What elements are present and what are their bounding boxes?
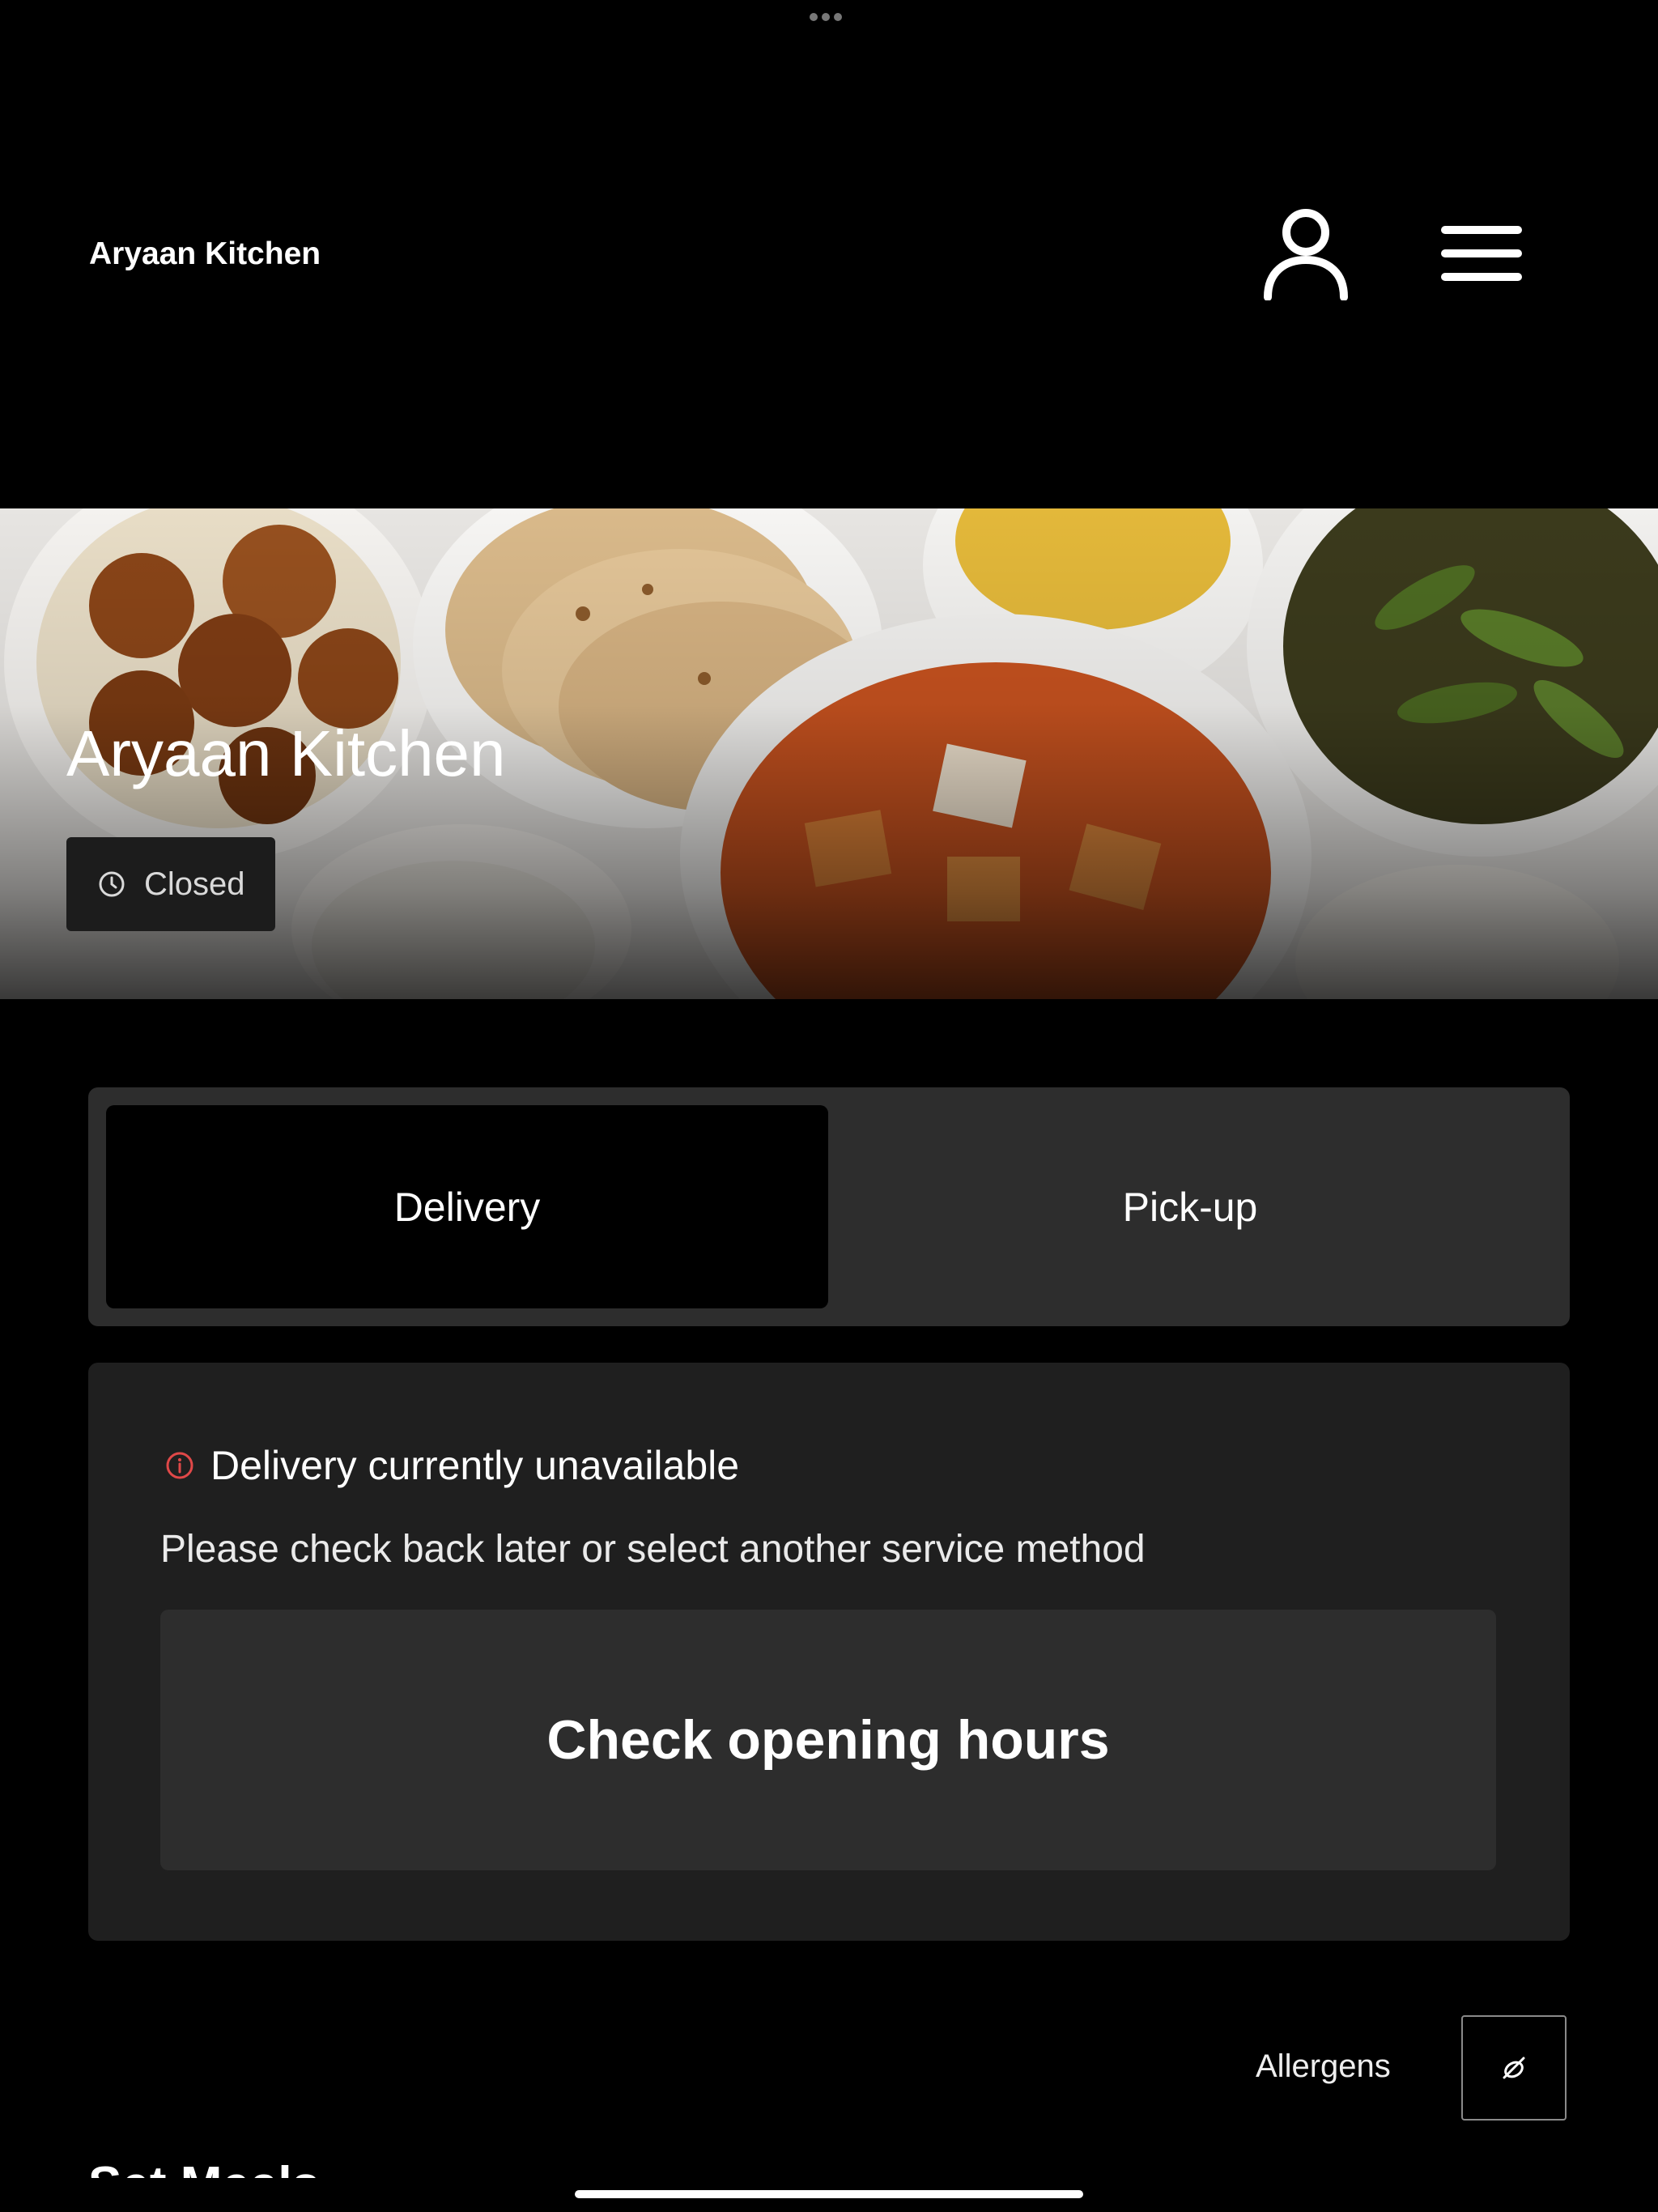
service-method-toggle: Delivery Pick-up [88,1087,1570,1326]
section-title: Set Meals [88,2157,320,2178]
opening-status-badge: Closed [66,837,275,931]
user-icon [1263,208,1348,300]
notice-title: Delivery currently unavailable [210,1443,740,1488]
status-text: Closed [144,866,245,902]
hero-banner: Aryaan Kitchen Closed [0,508,1658,999]
allergens-button[interactable] [1461,2015,1567,2121]
account-button[interactable] [1255,202,1356,304]
delivery-notice-card: Delivery currently unavailable Please ch… [88,1363,1570,1941]
menu-button[interactable] [1429,211,1534,296]
site-header: Aryaan Kitchen [0,0,1658,508]
clock-icon [99,871,125,897]
allergen-filter-icon [1503,2057,1525,2079]
allergens-label[interactable]: Allergens [1256,2047,1391,2086]
brand-name[interactable]: Aryaan Kitchen [89,236,321,272]
notice-heading: Delivery currently unavailable [165,1441,739,1490]
home-indicator[interactable] [575,2190,1083,2198]
restaurant-title: Aryaan Kitchen [66,717,506,789]
tab-pick-up[interactable]: Pick-up [828,1105,1552,1308]
menu-section-header: Set Meals [0,2146,1658,2178]
hamburger-menu-icon [1441,225,1522,281]
notice-message: Please check back later or select anothe… [160,1528,1146,1571]
info-icon [166,1452,193,1479]
page: Aryaan Kitchen Aryaan Kitchen Closed Del… [0,0,1658,2212]
tab-delivery[interactable]: Delivery [106,1105,828,1308]
check-opening-hours-button[interactable]: Check opening hours [160,1610,1496,1870]
